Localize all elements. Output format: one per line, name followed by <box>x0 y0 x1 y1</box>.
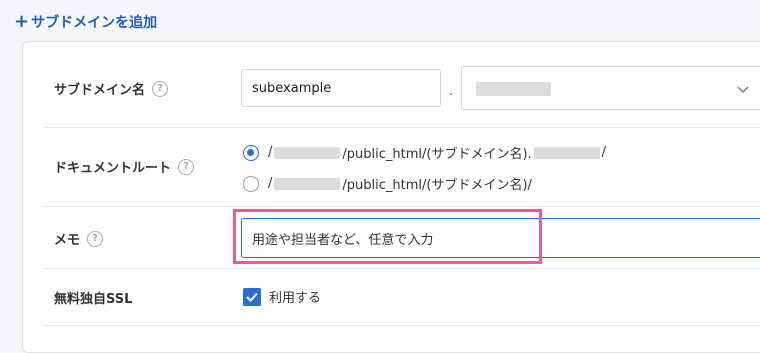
redacted-user <box>274 177 341 190</box>
help-icon[interactable]: ? <box>152 80 169 97</box>
help-icon[interactable]: ? <box>87 230 104 247</box>
plus-icon: + <box>14 11 30 32</box>
row-divider <box>43 325 760 326</box>
document-root-option-2[interactable]: / /public_html/(サブドメイン名)/ <box>243 174 532 193</box>
redacted-domain <box>476 82 551 96</box>
subdomain-name-label: サブドメイン名 ? <box>54 79 169 98</box>
row-divider <box>43 268 760 269</box>
chevron-down-icon <box>737 86 749 94</box>
highlight-box <box>233 209 542 264</box>
memo-label: メモ ? <box>54 229 104 248</box>
domain-separator: . <box>449 84 453 98</box>
subdomain-input-value: subexample <box>252 80 332 96</box>
option-1-path: /public_html/(サブドメイン名). <box>342 147 532 162</box>
add-subdomain-link[interactable]: + サブドメインを追加 <box>14 12 157 32</box>
document-root-label: ドキュメントルート ? <box>54 157 195 176</box>
ssl-label: 無料独自SSL <box>54 288 132 307</box>
subdomain-input[interactable]: subexample <box>241 69 441 107</box>
subdomain-name-label-text: サブドメイン名 <box>54 83 146 98</box>
radio-button[interactable] <box>243 144 259 161</box>
radio-button[interactable] <box>243 175 259 192</box>
redacted-domain <box>533 146 600 159</box>
ssl-label-text: 無料独自SSL <box>54 292 133 307</box>
row-divider <box>43 206 760 207</box>
domain-select[interactable] <box>461 66 760 110</box>
ssl-checkbox-label: 利用する <box>269 291 322 306</box>
option-1-suffix: / <box>601 145 607 160</box>
checkmark-icon <box>246 292 258 302</box>
document-root-label-text: ドキュメントルート <box>54 161 172 176</box>
help-icon[interactable]: ? <box>178 158 195 175</box>
ssl-option[interactable]: 利用する <box>243 287 321 306</box>
row-divider <box>43 127 760 128</box>
option-2-path: /public_html/(サブドメイン名)/ <box>342 178 532 193</box>
redacted-user <box>274 146 341 159</box>
option-2-prefix: / <box>268 176 273 191</box>
memo-label-text: メモ <box>54 233 81 248</box>
ssl-checkbox[interactable] <box>243 287 261 306</box>
option-1-prefix: / <box>268 145 273 160</box>
add-subdomain-label: サブドメインを追加 <box>31 15 158 31</box>
document-root-option-1[interactable]: / /public_html/(サブドメイン名). / <box>243 143 606 162</box>
